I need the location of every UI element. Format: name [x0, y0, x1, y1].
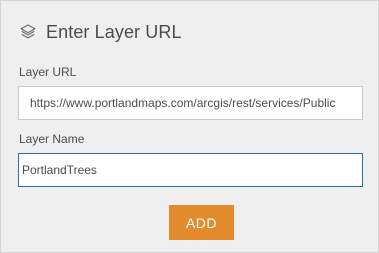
panel-title: Enter Layer URL	[46, 21, 182, 42]
enter-layer-url-panel: Enter Layer URL Layer URL Layer Name ADD	[0, 0, 379, 253]
panel-header: Enter Layer URL	[19, 20, 182, 44]
layer-name-label: Layer Name	[19, 132, 85, 146]
layer-name-input[interactable]	[18, 153, 363, 187]
add-button[interactable]: ADD	[169, 205, 234, 240]
layers-icon	[19, 23, 37, 41]
layer-url-input[interactable]	[18, 86, 363, 120]
layer-url-label: Layer URL	[19, 65, 77, 79]
